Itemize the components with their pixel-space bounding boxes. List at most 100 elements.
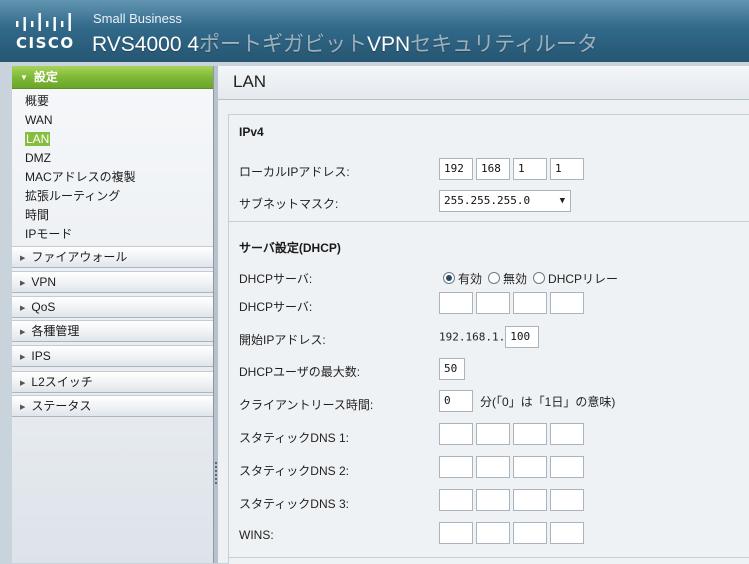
wins-octet-4[interactable] [550,522,584,544]
dhcp-server-radio-group: 有効 無効 DHCPリレー [443,270,624,287]
local-ip-octet-1[interactable]: 192 [439,158,473,180]
subnet-mask-value: 255.255.255.0 [444,194,531,207]
product-title-mid: VPN [367,33,411,56]
radio-dhcp-disabled[interactable] [488,272,501,284]
sidebar-section-label: ステータス [31,399,92,413]
start-ip-last-octet[interactable]: 100 [505,326,540,348]
sidebar-section-firewall[interactable]: ▶ ファイアウォール [12,246,213,268]
static-dns-3-octet-4[interactable] [550,489,584,511]
sidebar-item-wan[interactable]: WAN [25,111,205,130]
start-ip-label: 開始IPアドレス: [239,333,326,347]
dhcp-relay-ip-octet-2[interactable] [476,292,510,314]
page-title: LAN [218,66,749,100]
static-dns-2-octet-2[interactable] [476,456,510,478]
settings-submenu: 概要 WAN LAN DMZ MACアドレスの複製 拡張ルーティング 時間 IP… [25,92,205,244]
wins-octet-1[interactable] [439,522,473,544]
max-users-input[interactable]: 50 [439,358,465,380]
dhcp-relay-ip-octet-4[interactable] [550,292,584,314]
static-dns-2-label: スタティックDNS 2: [239,464,349,478]
sidebar-item-dmz[interactable]: DMZ [25,149,205,168]
triangle-right-icon: ▶ [20,255,26,262]
sidebar-section-label: QoS [31,300,56,314]
lan-settings-panel: IPv4 ローカルIPアドレス: 192 168 1 1 サブネットマスク: 255.… [228,114,749,564]
static-dns-1-octet-3[interactable] [513,423,547,445]
triangle-right-icon: ▶ [20,404,26,411]
subnet-mask-select[interactable]: 255.255.255.0 ▼ [439,190,571,212]
dhcp-relay-ip-octet-3[interactable] [513,292,547,314]
sidebar-item-overview[interactable]: 概要 [25,92,205,111]
static-dns-2-octet-3[interactable] [513,456,547,478]
local-ip-octet-3[interactable]: 1 [513,158,547,180]
static-dns-2-octet-4[interactable] [550,456,584,478]
radio-dhcp-relay[interactable] [533,272,546,284]
sidebar-item-time[interactable]: 時間 [25,206,205,225]
app-header: CISCO Small Business RVS4000 4ポートギガビットVP… [0,0,749,62]
static-dns-3-fields [439,489,587,511]
radio-dhcp-enabled-label: 有効 [458,272,483,286]
lease-time-note: 分(「0」は「1日」の意味) [480,394,616,409]
sidebar-section-settings[interactable]: ▼ 設定 [12,66,213,89]
subnet-mask-wrap: 255.255.255.0 ▼ [439,190,571,212]
sidebar-item-label: DMZ [25,151,51,165]
sidebar-item-label: LAN [25,132,51,146]
local-ip-octet-4[interactable]: 1 [550,158,584,180]
static-dns-2-fields [439,456,587,478]
dropdown-arrow-icon: ▼ [559,196,565,206]
triangle-right-icon: ▶ [20,329,26,336]
dhcp-server-label: DHCPサーバ: [239,272,313,286]
sidebar-section-administration[interactable]: ▶ 各種管理 [12,320,213,342]
static-dns-1-label: スタティックDNS 1: [239,431,349,445]
static-dns-1-octet-4[interactable] [550,423,584,445]
static-dns-1-octet-2[interactable] [476,423,510,445]
product-line: Small Business [93,11,182,26]
lease-time-label: クライアントリース時間: [239,398,374,412]
section-divider [229,221,749,222]
radio-dhcp-relay-label: DHCPリレー [548,272,619,286]
sidebar-item-ip-mode[interactable]: IPモード [25,225,205,244]
static-dns-3-octet-2[interactable] [476,489,510,511]
section-divider [229,557,749,558]
cisco-bars-icon [16,13,71,31]
max-users-label: DHCPユーザの最大数: [239,365,361,379]
wins-fields [439,522,587,544]
sidebar-section-status[interactable]: ▶ ステータス [12,395,213,417]
splitter-grip-icon[interactable] [215,462,217,484]
subnet-mask-label: サブネットマスク: [239,197,339,211]
product-title-faint-1: ポートギガビット [199,33,368,56]
sidebar-section-vpn[interactable]: ▶ VPN [12,271,213,293]
dhcp-relay-server-label: DHCPサーバ: [239,300,313,314]
wins-octet-2[interactable] [476,522,510,544]
wins-octet-3[interactable] [513,522,547,544]
radio-dhcp-enabled[interactable] [443,272,455,284]
dhcp-relay-ip-octet-1[interactable] [439,292,473,314]
lease-time-input[interactable]: 0 [439,390,473,412]
static-dns-1-fields [439,423,587,445]
sidebar-item-label: WAN [25,113,53,127]
triangle-right-icon: ▶ [20,380,26,387]
dhcp-heading: サーバ設定(DHCP) [239,241,341,255]
product-title: RVS4000 4ポートギガビットVPNセキュリティルータ [92,28,598,58]
sidebar-section-qos[interactable]: ▶ QoS [12,296,213,318]
sidebar-item-advanced-routing[interactable]: 拡張ルーティング [25,187,205,206]
static-dns-3-octet-3[interactable] [513,489,547,511]
static-dns-3-octet-1[interactable] [439,489,473,511]
sidebar-item-lan[interactable]: LAN [25,130,205,149]
sidebar-section-ips[interactable]: ▶ IPS [12,345,213,367]
sidebar-section-l2-switch[interactable]: ▶ L2スイッチ [12,371,213,393]
local-ip-label: ローカルIPアドレス: [239,165,350,179]
local-ip-fields: 192 168 1 1 [439,158,587,180]
main-content: LAN IPv4 ローカルIPアドレス: 192 168 1 1 サブネットマスク: … [218,66,749,564]
local-ip-octet-2[interactable]: 168 [476,158,510,180]
dhcp-relay-ip-fields [439,292,587,314]
sidebar-item-mac-clone[interactable]: MACアドレスの複製 [25,168,205,187]
sidebar-section-label: 設定 [33,70,58,84]
cisco-logo: CISCO [14,12,76,52]
sidebar-section-label: VPN [31,275,57,289]
product-title-faint-2: セキュリティルータ [410,33,598,56]
wins-label: WINS: [239,528,274,542]
static-dns-1-octet-1[interactable] [439,423,473,445]
sidebar-section-label: IPS [31,349,51,363]
radio-dhcp-disabled-label: 無効 [503,272,528,286]
static-dns-2-octet-1[interactable] [439,456,473,478]
sidebar-section-label: 各種管理 [31,324,80,338]
